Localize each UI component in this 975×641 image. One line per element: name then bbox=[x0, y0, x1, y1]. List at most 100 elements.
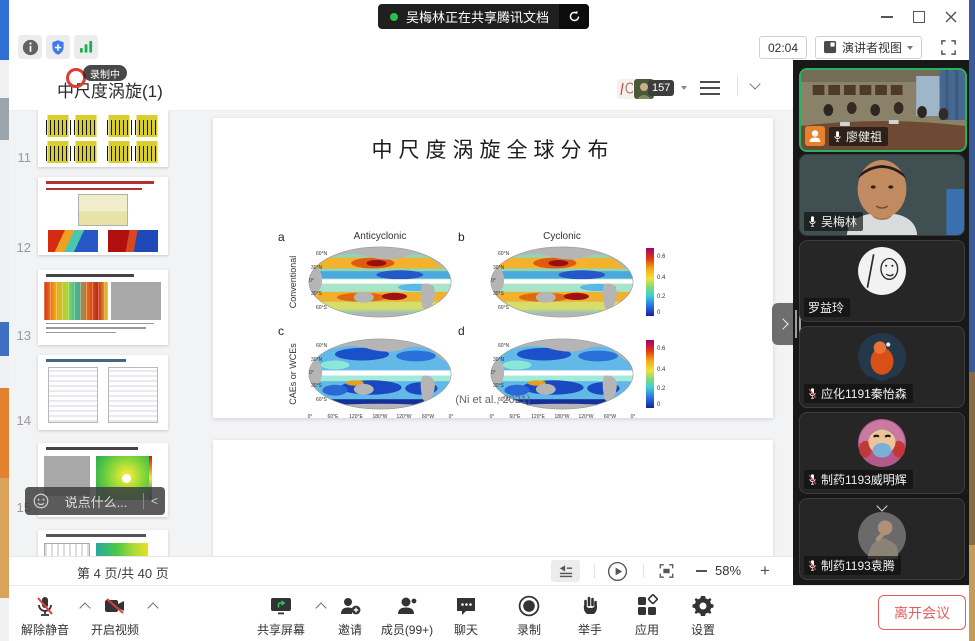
close-button[interactable] bbox=[940, 8, 962, 26]
participant-tile[interactable]: 罗益玲 bbox=[799, 240, 965, 322]
view-mode-selector[interactable]: 演讲者视图 bbox=[815, 36, 922, 59]
mic-muted-icon bbox=[33, 594, 57, 618]
minimize-button[interactable] bbox=[876, 8, 898, 26]
lat-tick: 30°N bbox=[311, 266, 322, 271]
meeting-bottom-toolbar: 解除静音 开启视频 共享屏幕 bbox=[9, 585, 967, 641]
desktop-fragment bbox=[0, 0, 9, 60]
lon-tick: 120°W bbox=[578, 414, 593, 420]
colorbar bbox=[646, 248, 654, 316]
chat-input-placeholder[interactable]: 说点什么... bbox=[49, 492, 143, 511]
layout-icon bbox=[824, 41, 837, 54]
emoji-button[interactable] bbox=[33, 493, 49, 509]
panel-drag-handle[interactable] bbox=[795, 310, 797, 338]
refresh-share-button[interactable] bbox=[559, 4, 589, 29]
zoom-in-button[interactable]: + bbox=[755, 560, 775, 582]
fit-width-button[interactable] bbox=[551, 560, 580, 582]
screen-share-banner[interactable]: 吴梅林正在共享腾讯文档 bbox=[378, 4, 589, 29]
collaborators-caret-icon[interactable] bbox=[681, 86, 687, 90]
mic-muted-icon bbox=[808, 387, 817, 400]
participant-name-badge: 应化1191秦怡森 bbox=[804, 384, 913, 403]
colorbar-tick: 0.6 bbox=[657, 254, 665, 260]
panel-title: Cyclonic bbox=[486, 231, 638, 242]
network-status-button[interactable] bbox=[74, 35, 98, 59]
hovmoller-mini bbox=[44, 282, 108, 320]
settings-button[interactable]: 设置 bbox=[663, 592, 743, 638]
slide-citation: (Ni et al., 2021) bbox=[213, 394, 773, 406]
minimize-icon bbox=[881, 16, 893, 18]
invite-person-icon bbox=[338, 594, 362, 618]
collapse-header-icon[interactable] bbox=[749, 78, 760, 89]
start-video-label: 开启视频 bbox=[91, 621, 139, 638]
fit-screen-button[interactable] bbox=[654, 560, 678, 582]
slide-thumbnail-13[interactable] bbox=[38, 270, 168, 345]
start-video-button[interactable]: 开启视频 bbox=[75, 592, 155, 638]
chat-label: 聊天 bbox=[454, 621, 478, 638]
leave-meeting-label: 离开会议 bbox=[894, 603, 950, 623]
play-icon bbox=[607, 561, 628, 582]
slide-thumbnail-11[interactable] bbox=[38, 110, 168, 167]
lon-tick: 180°W bbox=[372, 414, 387, 420]
zoom-out-button[interactable] bbox=[691, 560, 711, 582]
lon-tick: 0° bbox=[490, 414, 495, 420]
participant-tile[interactable]: 应化1191秦怡森 bbox=[799, 326, 965, 408]
participant-tile[interactable]: 制药1193威明辉 bbox=[799, 412, 965, 494]
present-button[interactable] bbox=[605, 560, 629, 582]
quick-chat-bar[interactable]: 说点什么... < bbox=[25, 487, 165, 515]
collapse-chat-icon[interactable]: < bbox=[144, 494, 165, 508]
table-mini bbox=[108, 367, 158, 423]
lat-tick: 30°S bbox=[493, 292, 504, 297]
collaborator-count-badge[interactable]: 157 bbox=[648, 80, 674, 96]
shared-document-area: 中尺度涡旋(1) 录制中 157 1 bbox=[9, 60, 793, 585]
share-screen-button[interactable]: 共享屏幕 bbox=[241, 592, 321, 638]
participant-name-badge: 罗益玲 bbox=[804, 298, 850, 317]
lon-tick: 0° bbox=[631, 414, 636, 420]
doc-menu-button[interactable] bbox=[700, 87, 720, 89]
apps-grid-icon bbox=[635, 594, 659, 618]
sharing-status-dot bbox=[390, 13, 398, 21]
unmute-button[interactable]: 解除静音 bbox=[5, 592, 85, 638]
fullscreen-button[interactable] bbox=[936, 35, 960, 59]
bar-chart-mini bbox=[105, 141, 161, 163]
participant-tile[interactable]: 制药1193袁腾 bbox=[799, 498, 965, 580]
lon-tick: 120°E bbox=[531, 414, 545, 420]
lat-tick: 30°N bbox=[311, 358, 322, 363]
lon-tick: 120°E bbox=[349, 414, 363, 420]
avatar-photo bbox=[857, 511, 907, 561]
colorbar-tick: 0.4 bbox=[657, 367, 665, 373]
lat-tick: 30°S bbox=[311, 292, 322, 297]
record-icon bbox=[517, 594, 541, 618]
scroll-more-icon[interactable] bbox=[876, 500, 887, 511]
lon-tick: 60°W bbox=[604, 414, 616, 420]
participant-tile[interactable]: 廖健祖 bbox=[799, 68, 967, 152]
camera-off-icon bbox=[102, 594, 128, 618]
share-screen-label: 共享屏幕 bbox=[257, 621, 305, 638]
panel-title: Anticyclonic bbox=[304, 231, 456, 242]
slide-thumbnail-14[interactable] bbox=[38, 355, 168, 430]
participant-tile[interactable]: 吴梅林 bbox=[799, 154, 965, 236]
lat-tick: 60°S bbox=[498, 306, 509, 311]
security-button[interactable] bbox=[46, 35, 70, 59]
info-icon bbox=[22, 39, 39, 56]
plus-icon: + bbox=[760, 561, 770, 581]
participant-name-badge: 制药1193袁腾 bbox=[804, 556, 901, 575]
leave-meeting-button[interactable]: 离开会议 bbox=[878, 595, 966, 630]
lat-tick: 30°S bbox=[311, 384, 322, 389]
slide-canvas: 中尺度涡旋全球分布 a Anticyclonic b Cyclonic Conv… bbox=[213, 118, 773, 418]
settings-label: 设置 bbox=[691, 621, 715, 638]
colorbar-tick: 0.2 bbox=[657, 294, 665, 300]
record-label: 录制 bbox=[517, 621, 541, 638]
raise-hand-label: 举手 bbox=[578, 621, 602, 638]
thumbnail-number: 11 bbox=[13, 150, 31, 165]
expand-panel-tab[interactable] bbox=[772, 303, 793, 345]
desktop-fragment bbox=[0, 478, 9, 598]
lon-tick: 60°E bbox=[510, 414, 521, 420]
participant-name-badge: 制药1193威明辉 bbox=[804, 470, 913, 489]
meeting-info-button[interactable] bbox=[18, 35, 42, 59]
maximize-button[interactable] bbox=[908, 8, 930, 26]
slide-thumbnail-12[interactable] bbox=[38, 177, 168, 255]
slide-thumbnail-16[interactable] bbox=[38, 530, 168, 557]
panel-letter: b bbox=[458, 230, 465, 244]
raise-hand-icon bbox=[578, 594, 602, 618]
recording-badge: 录制中 bbox=[83, 65, 127, 81]
lat-tick: 0° bbox=[491, 279, 496, 284]
